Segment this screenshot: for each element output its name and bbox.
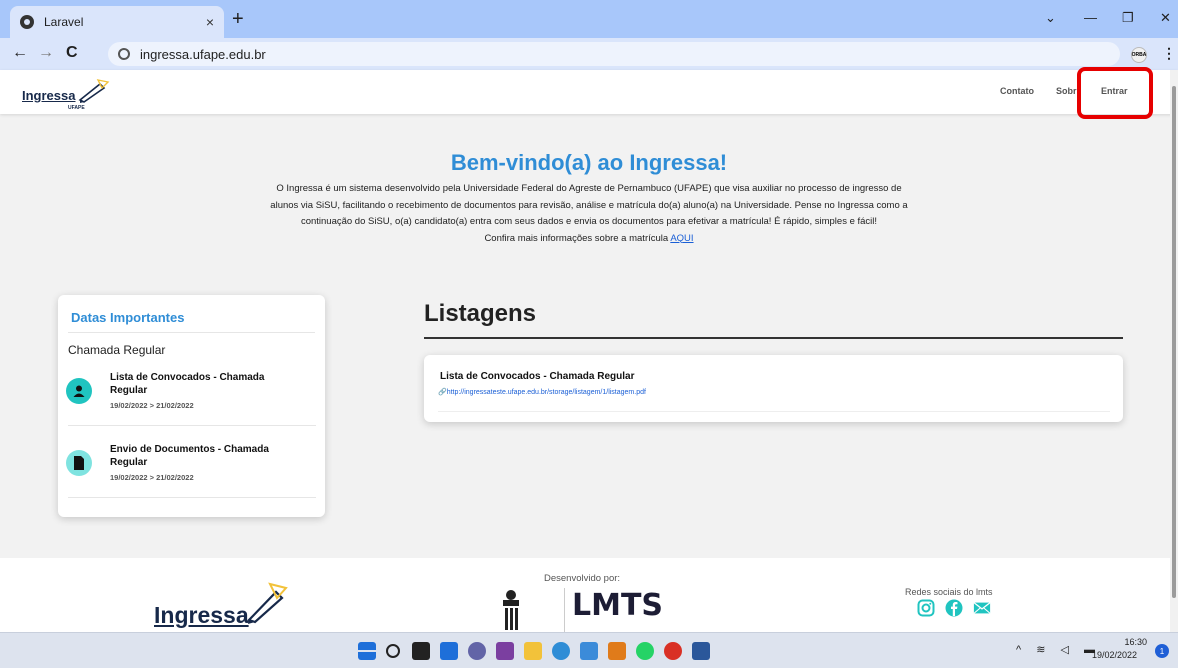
listings-title: Listagens — [424, 300, 537, 327]
minimize-button[interactable]: — — [1084, 10, 1097, 25]
date-item[interactable]: Lista de Convocados - Chamada Regular 19… — [64, 371, 316, 443]
notification-badge[interactable]: 1 — [1155, 644, 1169, 658]
chrome-icon[interactable] — [552, 642, 570, 660]
listing-name: Lista de Convocados - Chamada Regular — [440, 371, 635, 382]
search-icon[interactable] — [386, 644, 400, 658]
url-text: ingressa.ufape.edu.br — [140, 46, 266, 62]
browser-tab-bar: Laravel × + ⌄ — ❐ ✕ — [0, 0, 1178, 38]
address-bar[interactable]: ingressa.ufape.edu.br — [108, 42, 1120, 66]
restore-button[interactable]: ❐ — [1122, 10, 1134, 26]
social-links — [917, 599, 991, 617]
browser-menu-icon[interactable]: ⋮ — [1162, 45, 1176, 62]
developed-by-label: Desenvolvido por: — [544, 573, 621, 584]
scrollbar-thumb[interactable] — [1172, 86, 1176, 598]
file-explorer-icon[interactable] — [524, 642, 542, 660]
site-footer: Ingressa Desenvolvido por: LMTS Redes so… — [0, 558, 1178, 632]
lmts-logo: LMTS — [572, 588, 664, 623]
highlight-annotation — [1077, 67, 1153, 119]
task-view-icon[interactable] — [412, 642, 430, 660]
document-icon — [66, 450, 92, 476]
divider — [68, 497, 316, 498]
browser-tab[interactable]: Laravel × — [10, 6, 224, 38]
nav-contato[interactable]: Contato — [1000, 86, 1034, 96]
back-button[interactable]: ← — [12, 44, 28, 62]
windows-taskbar: ^ ≋ ◁ ▬ 16:30 19/02/2022 1 — [0, 632, 1178, 668]
forward-button[interactable]: → — [38, 44, 54, 62]
nav-sobre[interactable]: Sobr — [1056, 86, 1077, 96]
page-scrollbar[interactable] — [1170, 70, 1178, 632]
page-title: Bem-vindo(a) ao Ingressa! — [450, 150, 728, 175]
divider — [564, 588, 565, 632]
important-dates-card: Datas Importantes Chamada Regular Lista … — [58, 295, 325, 517]
footer-logo-text: Ingressa — [154, 602, 249, 628]
pencil-icon — [78, 79, 110, 103]
pdf-app-icon[interactable] — [496, 642, 514, 660]
browser-toolbar: ← → C ingressa.ufape.edu.br ORBA ⋮ — [0, 38, 1178, 70]
tab-title: Laravel — [44, 15, 84, 29]
system-tray-icons[interactable]: ^ ≋ ◁ ▬ — [1016, 643, 1101, 656]
welcome-line: Confira mais informações sobre a matrícu… — [220, 231, 958, 248]
windows-start-icon[interactable] — [358, 642, 376, 660]
pencil-icon — [246, 582, 288, 624]
welcome-line: O Ingressa é um sistema desenvolvido pel… — [276, 183, 902, 194]
logo-text: Ingressa — [22, 88, 76, 103]
pdf-editor-icon[interactable] — [608, 642, 626, 660]
university-logo-icon — [503, 590, 519, 630]
footer-ingressa-logo: Ingressa — [154, 580, 288, 630]
welcome-line: alunos via SiSU, facilitando o recebimen… — [270, 199, 908, 211]
social-label: Redes sociais do lmts — [905, 587, 993, 597]
close-window-button[interactable]: ✕ — [1160, 10, 1171, 26]
date-item-name: Lista de Convocados - Chamada Regular — [110, 372, 265, 396]
reload-button[interactable]: C — [66, 44, 78, 62]
date-item[interactable]: Envio de Documentos - Chamada Regular 19… — [64, 443, 316, 515]
date-item-name: Envio de Documentos - Chamada Regular — [110, 444, 269, 468]
clock-date[interactable]: 19/02/2022 — [1092, 650, 1137, 660]
email-icon[interactable] — [973, 599, 991, 617]
dates-title: Datas Importantes — [71, 310, 185, 325]
new-tab-button[interactable]: + — [232, 9, 244, 29]
listing-card: Lista de Convocados - Chamada Regular 🔗h… — [424, 355, 1123, 422]
word-icon[interactable] — [692, 642, 710, 660]
ingressa-logo[interactable]: Ingressa UFAPE — [22, 78, 114, 111]
tab-close-icon[interactable]: × — [206, 14, 214, 30]
site-favicon-icon — [20, 15, 34, 29]
chat-icon[interactable] — [468, 642, 486, 660]
divider — [438, 411, 1110, 412]
chrome-profile-icon[interactable] — [664, 642, 682, 660]
aqui-link[interactable]: AQUI — [670, 233, 693, 244]
site-info-icon[interactable] — [118, 48, 130, 60]
notepad-icon[interactable] — [580, 642, 598, 660]
divider — [68, 425, 316, 426]
whatsapp-icon[interactable] — [636, 642, 654, 660]
dates-subtitle: Chamada Regular — [68, 343, 166, 357]
logo-subtitle: UFAPE — [68, 105, 85, 111]
date-item-range: 19/02/2022 > 21/02/2022 — [110, 401, 194, 410]
user-icon — [66, 378, 92, 404]
divider — [424, 337, 1123, 339]
facebook-icon[interactable] — [945, 599, 963, 617]
tab-search-icon[interactable]: ⌄ — [1045, 10, 1056, 26]
widgets-icon[interactable] — [440, 642, 458, 660]
profile-avatar[interactable]: ORBA — [1131, 47, 1147, 63]
divider — [68, 332, 315, 333]
welcome-line: continuação do SiSU, o(a) candidato(a) e… — [300, 216, 878, 227]
matricula-text: Confira mais informações sobre a matrícu… — [484, 232, 669, 244]
clock-time[interactable]: 16:30 — [1117, 637, 1147, 647]
site-header: Ingressa UFAPE Contato Sobr Entrar — [0, 70, 1178, 114]
welcome-description: O Ingressa é um sistema desenvolvido pel… — [220, 181, 958, 247]
date-item-range: 19/02/2022 > 21/02/2022 — [110, 473, 194, 482]
instagram-icon[interactable] — [917, 599, 935, 617]
listing-pdf-link[interactable]: 🔗http://ingressateste.ufape.edu.br/stora… — [438, 388, 646, 396]
